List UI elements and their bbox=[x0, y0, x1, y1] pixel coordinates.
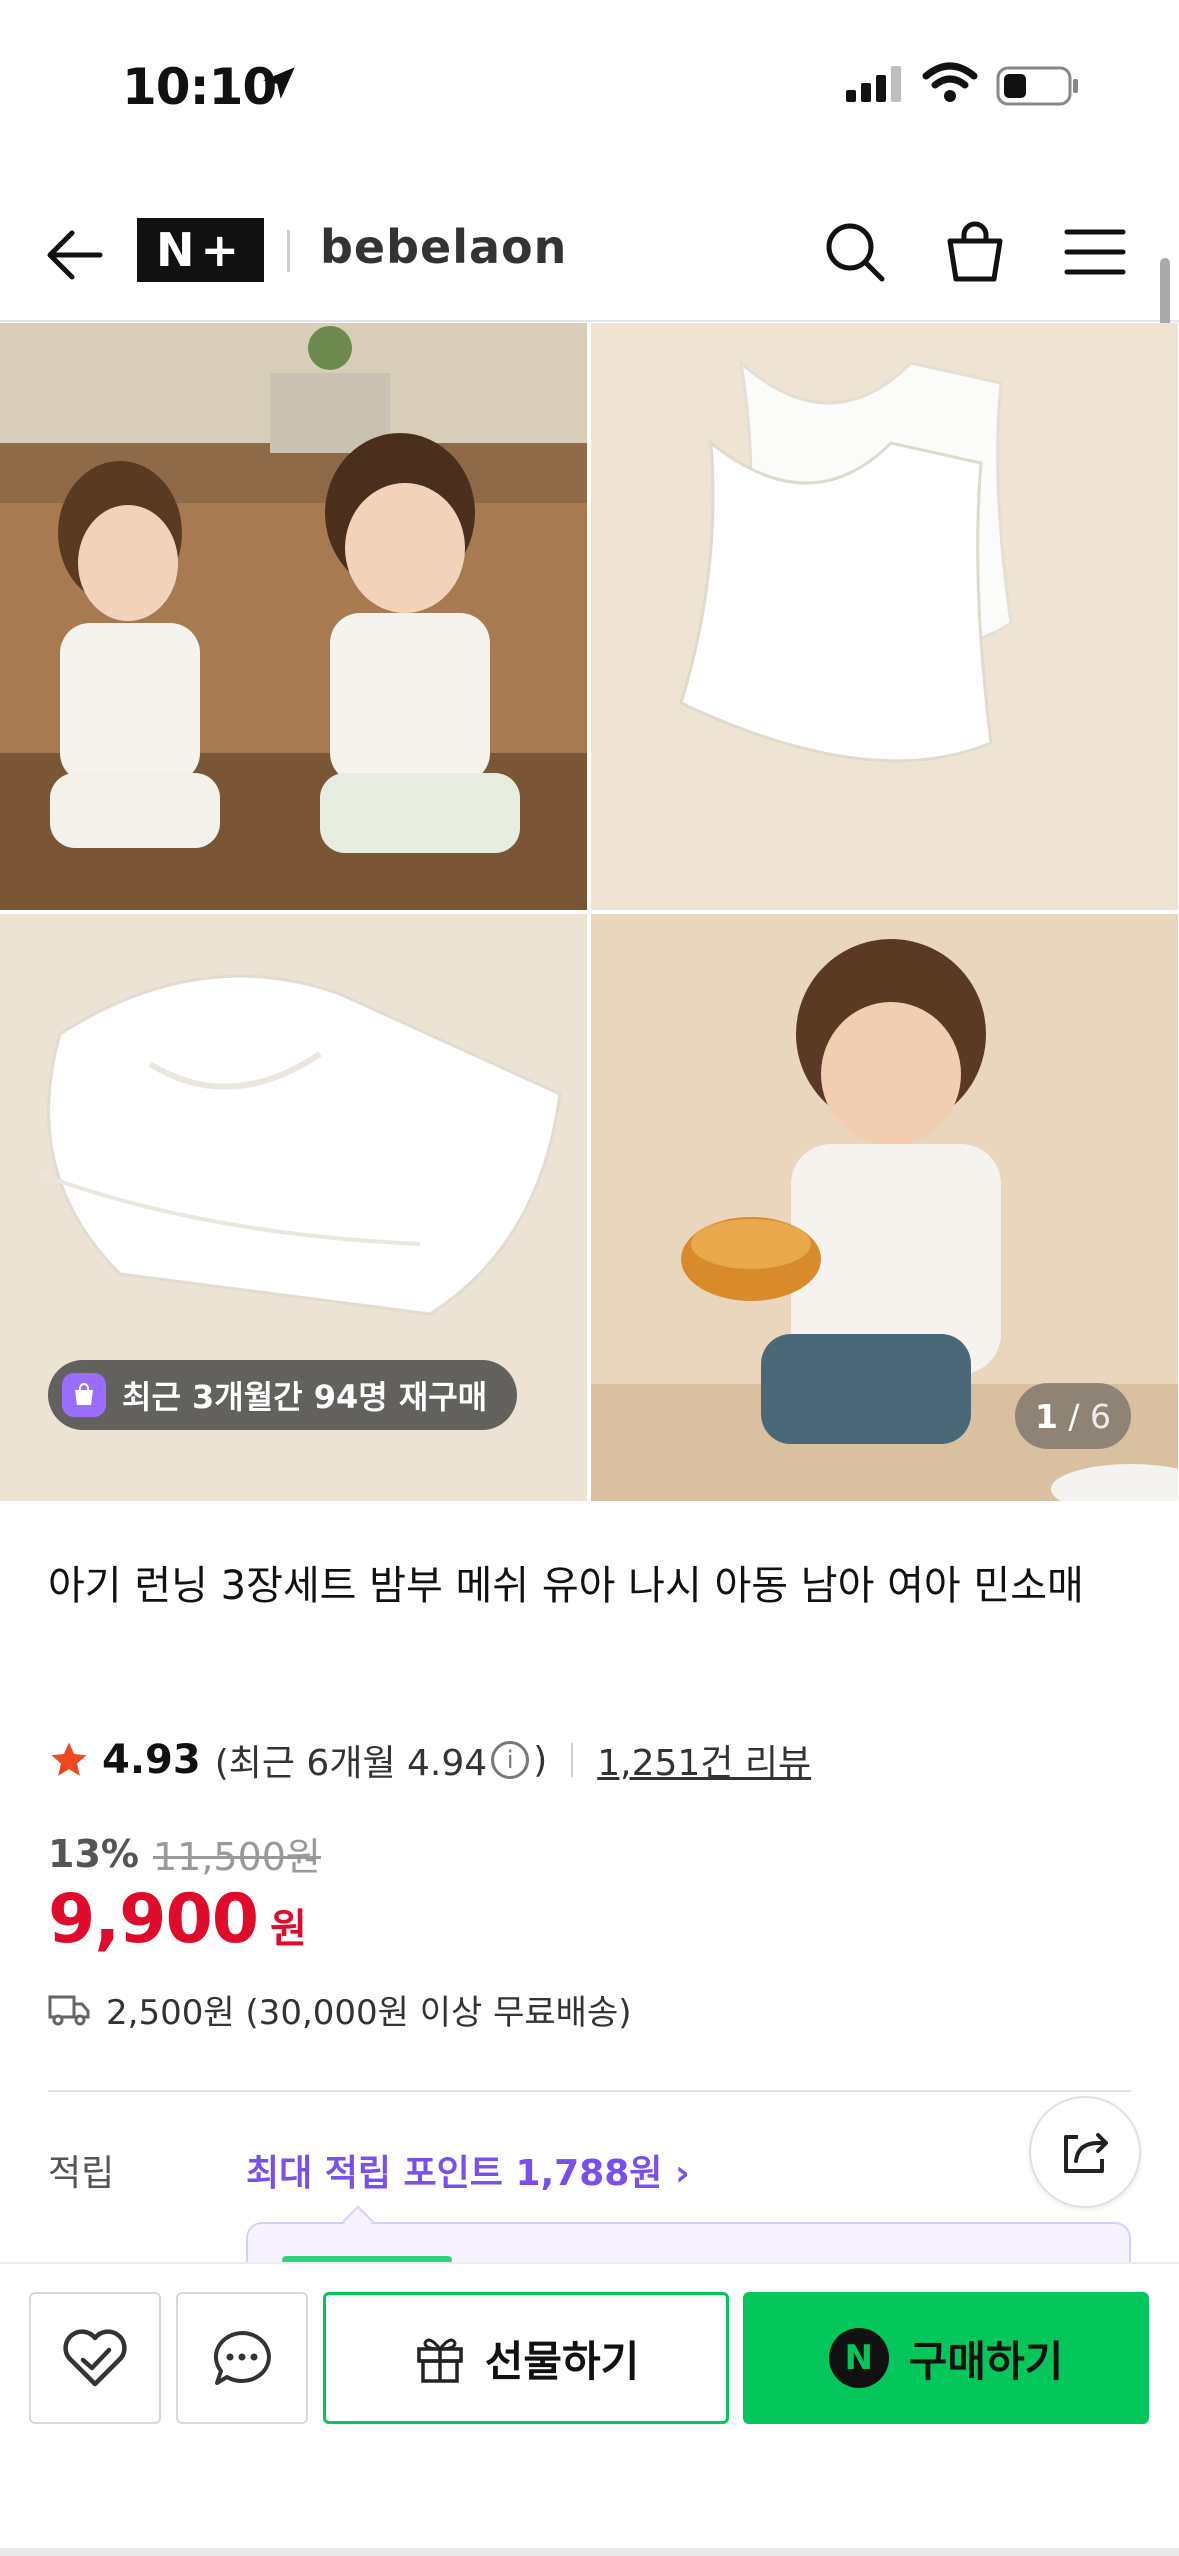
rating-divider bbox=[571, 1743, 574, 1777]
page-total: 6 bbox=[1090, 1396, 1112, 1436]
gift-button[interactable]: 선물하기 bbox=[323, 2292, 729, 2424]
price-unit: 원 bbox=[270, 1906, 307, 1952]
product-photo-folded-tanks bbox=[591, 323, 1178, 910]
product-photo-kids-sitting bbox=[0, 323, 587, 910]
share-icon bbox=[1064, 2133, 1108, 2173]
price-row: 9,900 원 bbox=[48, 1880, 307, 1959]
discount-rate: 13% bbox=[48, 1831, 139, 1876]
bottom-action-bar: 선물하기 N 구매하기 bbox=[0, 2262, 1179, 2556]
menu-icon bbox=[1064, 229, 1126, 275]
max-points-link[interactable]: 최대 적립 포인트 1,788원 › bbox=[246, 2144, 690, 2196]
section-divider bbox=[48, 2090, 1131, 2092]
naver-plus-logo[interactable]: N+ bbox=[137, 218, 264, 282]
cellular-signal-icon bbox=[846, 66, 901, 102]
gift-icon bbox=[416, 2338, 463, 2383]
product-image-gallery[interactable]: 최근 3개월간 94명 재구매 1 / 6 bbox=[0, 323, 1179, 1502]
back-button[interactable] bbox=[40, 220, 110, 290]
recent-rating: (최근 6개월 4.94 bbox=[214, 1743, 488, 1784]
original-price: 11,500원 bbox=[152, 1835, 321, 1879]
heart-check-icon bbox=[63, 2329, 127, 2387]
info-icon[interactable]: i bbox=[491, 1741, 530, 1779]
wishlist-button[interactable] bbox=[29, 2292, 161, 2424]
chat-button[interactable] bbox=[176, 2292, 308, 2424]
wifi-icon bbox=[922, 62, 978, 102]
rebuy-badge: 최근 3개월간 94명 재구매 bbox=[48, 1360, 518, 1430]
shipping-row: 2,500원 (30,000원 이상 무료배송) bbox=[48, 1985, 632, 2034]
recent-rating-close: ) bbox=[533, 1739, 548, 1781]
gift-label: 선물하기 bbox=[484, 2336, 640, 2386]
delivery-truck-icon bbox=[48, 1995, 90, 2025]
rating-row: 4.93 (최근 6개월 4.94 i ) 1,251건 리뷰 bbox=[48, 1732, 811, 1788]
shopping-bag-badge-icon bbox=[62, 1373, 106, 1417]
search-icon bbox=[826, 223, 885, 282]
location-arrow-icon bbox=[263, 67, 295, 99]
chat-bubble-icon bbox=[213, 2331, 271, 2385]
shipping-fee: 2,500원 (30,000원 이상 무료배송) bbox=[106, 1993, 632, 2033]
battery-icon bbox=[996, 66, 1078, 106]
product-title: 아기 런닝 3장세트 밤부 메쉬 유아 나시 아동 남아 여아 민소매 bbox=[48, 1563, 1084, 1609]
star-icon bbox=[51, 1742, 87, 1776]
rebuy-badge-text: 최근 3개월간 94명 재구매 bbox=[122, 1378, 488, 1416]
points-label: 적립 bbox=[48, 2153, 115, 2194]
naver-pay-icon: N bbox=[828, 2328, 889, 2388]
discount-row: 13% 11,500원 bbox=[48, 1826, 321, 1881]
buy-button[interactable]: N 구매하기 bbox=[743, 2292, 1149, 2424]
rating-value: 4.93 bbox=[102, 1737, 201, 1783]
buy-label: 구매하기 bbox=[908, 2336, 1064, 2386]
sale-price: 9,900 bbox=[48, 1880, 259, 1959]
image-page-indicator: 1 / 6 bbox=[1015, 1383, 1131, 1449]
nav-divider bbox=[287, 230, 290, 272]
top-nav-bar: N+ bebelaon bbox=[0, 190, 1179, 322]
menu-button[interactable] bbox=[1055, 212, 1135, 292]
brand-name[interactable]: bebelaon bbox=[320, 220, 567, 274]
back-arrow-icon bbox=[47, 230, 103, 280]
status-time: 10:10 bbox=[122, 58, 277, 116]
home-indicator bbox=[0, 2548, 1179, 2556]
share-button[interactable] bbox=[1029, 2096, 1141, 2208]
search-button[interactable] bbox=[815, 212, 895, 292]
shopping-bag-icon bbox=[947, 221, 1003, 282]
status-bar: 10:10 bbox=[0, 0, 1179, 150]
page-current: 1 bbox=[1034, 1396, 1058, 1436]
page-separator: / bbox=[1057, 1396, 1091, 1436]
review-count-link[interactable]: 1,251건 리뷰 bbox=[597, 1734, 811, 1786]
cart-button[interactable] bbox=[935, 212, 1015, 292]
